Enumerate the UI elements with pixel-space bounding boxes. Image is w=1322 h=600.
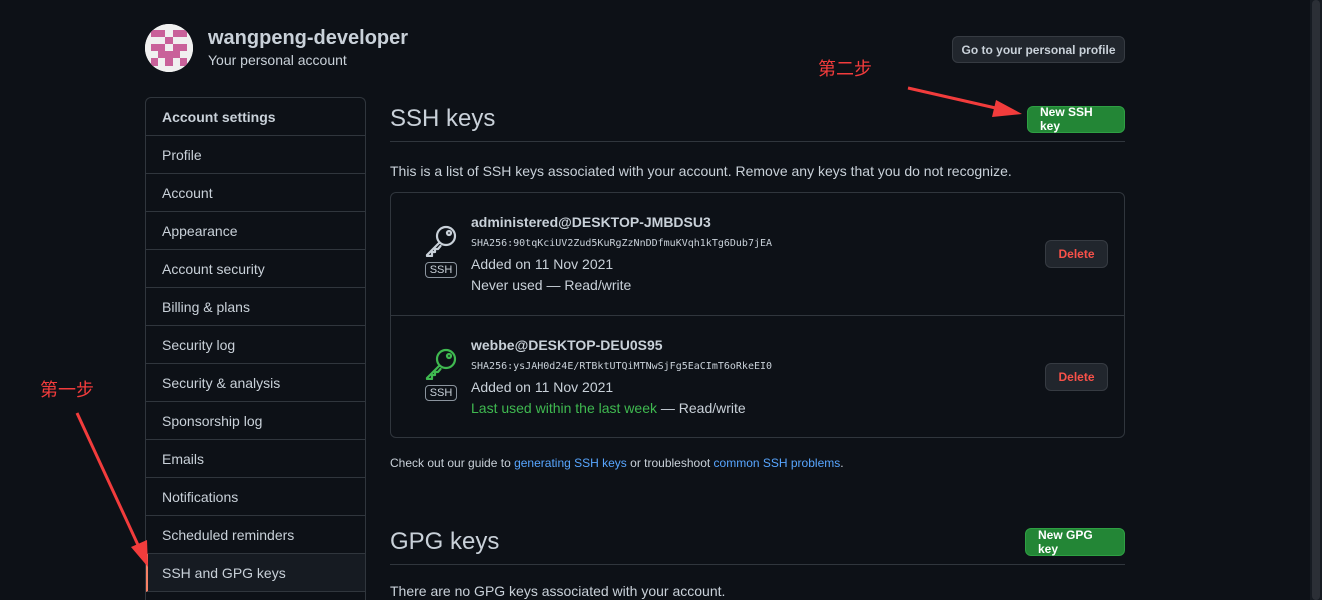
annotation-step1: 第一步 [40, 380, 94, 401]
gpg-keys-title: GPG keys [390, 528, 500, 555]
sidebar-item-security-log[interactable]: Security log [146, 326, 365, 364]
sidebar-item-scheduled-reminders[interactable]: Scheduled reminders [146, 516, 365, 554]
key-icon [425, 348, 457, 381]
key-fingerprint: SHA256:ysJAH0d24E/RTBktUTQiMTNwSjFg5EaCI… [471, 360, 773, 372]
annotation-step2: 第二步 [818, 59, 872, 80]
key-title: administered@DESKTOP-JMBDSU3 [471, 214, 711, 230]
generating-ssh-keys-link[interactable]: generating SSH keys [514, 456, 627, 470]
key-icon [425, 225, 457, 258]
key-last-used: Never used [471, 277, 543, 293]
ssh-section-header: SSH keys New SSH key [390, 97, 1125, 142]
ssh-keys-title: SSH keys [390, 105, 496, 132]
scrollbar-track[interactable] [1310, 0, 1322, 600]
sidebar-item-notifications[interactable]: Notifications [146, 478, 365, 516]
key-access: — Read/write [657, 399, 746, 416]
ssh-badge: SSH [424, 262, 458, 278]
delete-key-button[interactable]: Delete [1045, 240, 1108, 268]
ssh-key-item: SSH webbe@DESKTOP-DEU0S95 SHA256:ysJAH0d… [391, 315, 1124, 437]
key-details: administered@DESKTOP-JMBDSU3 SHA256:90tq… [471, 212, 772, 296]
gpg-empty-text: There are no GPG keys associated with yo… [390, 583, 726, 599]
settings-sidebar: Account settings Profile Account Appeara… [145, 97, 366, 600]
user-header: wangpeng-developer Your personal account [145, 24, 408, 72]
common-ssh-problems-link[interactable]: common SSH problems [714, 456, 841, 470]
arrow-to-ssh-gpg-keys [75, 412, 148, 567]
ssh-badge: SSH [424, 385, 458, 401]
key-icon-group: SSH [423, 225, 459, 278]
user-subtitle: Your personal account [208, 52, 347, 68]
ssh-intro-text: This is a list of SSH keys associated wi… [390, 163, 1012, 179]
key-added-date: Added on 11 Nov 2021 [471, 378, 614, 395]
guide-suffix: . [840, 456, 844, 470]
sidebar-item-ssh-gpg-keys[interactable]: SSH and GPG keys [146, 554, 365, 592]
key-added-date: Added on 11 Nov 2021 [471, 256, 614, 272]
scrollbar-thumb[interactable] [1312, 0, 1320, 600]
key-access: — Read/write [542, 277, 632, 293]
key-title: webbe@DESKTOP-DEU0S95 [471, 336, 663, 353]
delete-key-button[interactable]: Delete [1045, 363, 1108, 391]
sidebar-item-appearance[interactable]: Appearance [146, 212, 365, 250]
sidebar-item-security-analysis[interactable]: Security & analysis [146, 364, 365, 402]
new-ssh-key-button[interactable]: New SSH key [1027, 105, 1125, 133]
sidebar-heading: Account settings [146, 98, 365, 136]
sidebar-item-account-security[interactable]: Account security [146, 250, 365, 288]
key-usage: Never used — Read/write [471, 275, 772, 296]
sidebar-item-profile[interactable]: Profile [146, 136, 365, 174]
sidebar-item-emails[interactable]: Emails [146, 440, 365, 478]
ssh-key-item: SSH administered@DESKTOP-JMBDSU3 SHA256:… [391, 193, 1124, 315]
ssh-guide-text: Check out our guide to generating SSH ke… [390, 456, 1125, 470]
main-content: SSH keys New SSH key This is a list of S… [390, 97, 1125, 599]
key-usage: Last used within the last week — Read/wr… [471, 398, 772, 419]
key-details: webbe@DESKTOP-DEU0S95 SHA256:ysJAH0d24E/… [471, 335, 772, 419]
identicon-icon [145, 24, 193, 72]
ssh-keys-list: SSH administered@DESKTOP-JMBDSU3 SHA256:… [390, 192, 1125, 438]
guide-prefix: Check out our guide to [390, 456, 515, 470]
key-icon-group: SSH [423, 348, 459, 401]
sidebar-item-billing[interactable]: Billing & plans [146, 288, 365, 326]
user-name[interactable]: wangpeng-developer [208, 26, 408, 50]
new-gpg-key-button[interactable]: New GPG key [1025, 528, 1125, 556]
sidebar-item-sponsorship-log[interactable]: Sponsorship log [146, 402, 365, 440]
sidebar-item-account[interactable]: Account [146, 174, 365, 212]
key-last-used: Last used within the last week [471, 399, 657, 416]
avatar[interactable] [145, 24, 193, 72]
key-fingerprint: SHA256:90tqKciUV2Zud5KuRgZzNnDDfmuKVqh1k… [471, 238, 773, 249]
gpg-section-header: GPG keys New GPG key [390, 520, 1125, 565]
guide-middle: or troubleshoot [626, 456, 714, 470]
go-to-profile-button[interactable]: Go to your personal profile [952, 36, 1125, 63]
